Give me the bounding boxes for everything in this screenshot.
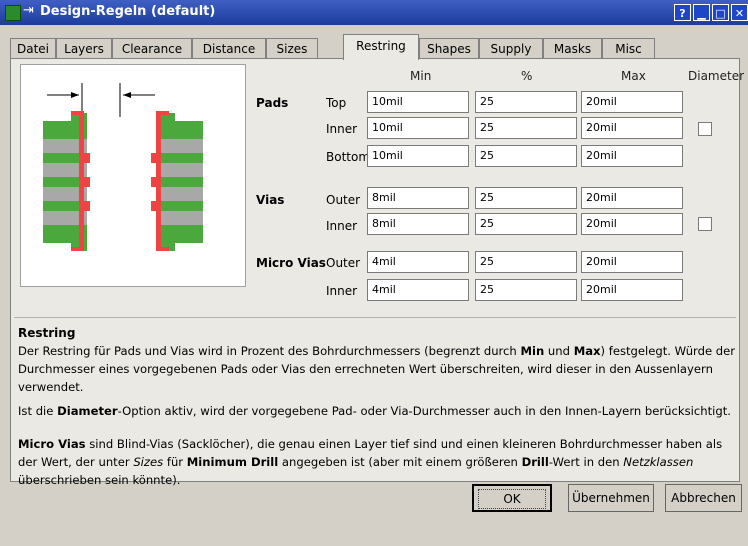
- tab-masks[interactable]: Masks: [543, 38, 602, 59]
- help-reference: Sizes: [133, 455, 164, 469]
- tab-misc[interactable]: Misc: [602, 38, 655, 59]
- help-emphasis: Micro Vias: [18, 437, 86, 451]
- help-emphasis: Min: [520, 344, 545, 358]
- tab-sizes[interactable]: Sizes: [266, 38, 318, 59]
- group-label-vias: Vias: [256, 193, 285, 207]
- title-bar[interactable]: ⇥ Design-Regeln (default) ? ▁ □ ✕: [0, 0, 748, 25]
- vias-outer-percent-input[interactable]: 25: [475, 187, 577, 209]
- row-label-vias-outer: Outer: [326, 193, 361, 207]
- help-emphasis: Max: [573, 344, 601, 358]
- tab-datei[interactable]: Datei: [10, 38, 56, 59]
- tab-layers[interactable]: Layers: [56, 38, 112, 59]
- tab-clearance[interactable]: Clearance: [112, 38, 192, 59]
- tab-distance[interactable]: Distance: [192, 38, 266, 59]
- row-label-pads-inner: Inner: [326, 122, 358, 136]
- vias-outer-min-input[interactable]: 8mil: [367, 187, 469, 209]
- vias-inner-max-input[interactable]: 20mil: [581, 213, 683, 235]
- row-label-vias-inner: Inner: [326, 219, 358, 233]
- header-percent: %: [521, 69, 533, 83]
- microvias-outer-min-input[interactable]: 4mil: [367, 251, 469, 273]
- row-label-pads-bottom: Bottom: [326, 150, 371, 164]
- pads-bottom-min-input[interactable]: 10mil: [367, 145, 469, 167]
- help-paragraph-1: Der Restring für Pads und Vias wird in P…: [18, 344, 736, 394]
- pads-diameter-checkbox[interactable]: [698, 122, 712, 136]
- pads-inner-max-input[interactable]: 20mil: [581, 117, 683, 139]
- restring-diagram: [43, 83, 203, 251]
- separator: [14, 317, 736, 318]
- tab-restring[interactable]: Restring: [343, 34, 419, 60]
- row-label-microvias-inner: Inner: [326, 284, 358, 298]
- microvias-inner-max-input[interactable]: 20mil: [581, 279, 683, 301]
- tab-supply[interactable]: Supply: [479, 38, 543, 59]
- microvias-inner-min-input[interactable]: 4mil: [367, 279, 469, 301]
- help-emphasis: Diameter: [57, 404, 118, 418]
- ok-button[interactable]: OK: [472, 484, 552, 512]
- header-min: Min: [410, 69, 432, 83]
- group-label-pads: Pads: [256, 96, 289, 110]
- cancel-button[interactable]: Abbrechen: [665, 484, 742, 512]
- help-paragraph-3: Micro Vias sind Blind-Vias (Sacklöcher),…: [18, 437, 723, 487]
- pads-top-max-input[interactable]: 20mil: [581, 91, 683, 113]
- pads-top-min-input[interactable]: 10mil: [367, 91, 469, 113]
- group-label-microvias: Micro Vias: [256, 256, 326, 270]
- help-paragraph-2: Ist die Diameter-Option aktiv, wird der …: [18, 404, 731, 418]
- maximize-button[interactable]: □: [712, 4, 729, 21]
- vias-inner-min-input[interactable]: 8mil: [367, 213, 469, 235]
- window-title: Design-Regeln (default): [40, 4, 216, 19]
- tab-shapes[interactable]: Shapes: [419, 38, 479, 59]
- microvias-outer-percent-input[interactable]: 25: [475, 251, 577, 273]
- help-reference: Netzklassen: [623, 455, 694, 469]
- help-emphasis: Minimum Drill: [186, 455, 279, 469]
- ok-button-label: OK: [478, 489, 546, 509]
- pads-inner-min-input[interactable]: 10mil: [367, 117, 469, 139]
- apply-button[interactable]: Übernehmen: [568, 484, 654, 512]
- app-icon: [5, 5, 21, 21]
- header-diameter: Diameter: [688, 69, 745, 83]
- microvias-inner-percent-input[interactable]: 25: [475, 279, 577, 301]
- row-label-pads-top: Top: [326, 96, 347, 110]
- pads-top-percent-input[interactable]: 25: [475, 91, 577, 113]
- close-button[interactable]: ✕: [731, 4, 748, 21]
- pads-bottom-max-input[interactable]: 20mil: [581, 145, 683, 167]
- restring-illustration: [20, 64, 246, 287]
- help-title: Restring: [18, 326, 76, 340]
- row-label-microvias-outer: Outer: [326, 256, 361, 270]
- vias-diameter-checkbox[interactable]: [698, 217, 712, 231]
- vias-inner-percent-input[interactable]: 25: [475, 213, 577, 235]
- help-button[interactable]: ?: [674, 4, 691, 21]
- header-max: Max: [621, 69, 646, 83]
- vias-outer-max-input[interactable]: 20mil: [581, 187, 683, 209]
- pads-bottom-percent-input[interactable]: 25: [475, 145, 577, 167]
- help-emphasis: Drill: [521, 455, 549, 469]
- pin-icon[interactable]: ⇥: [23, 3, 34, 18]
- minimize-button[interactable]: ▁: [693, 4, 710, 21]
- microvias-outer-max-input[interactable]: 20mil: [581, 251, 683, 273]
- pads-inner-percent-input[interactable]: 25: [475, 117, 577, 139]
